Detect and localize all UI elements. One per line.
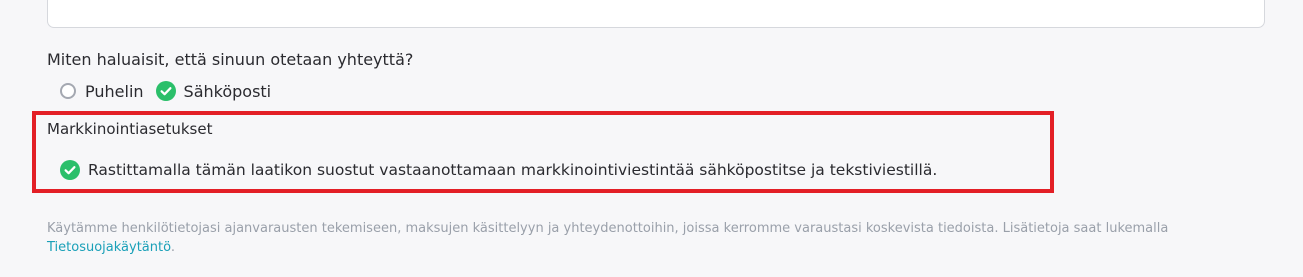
message-textarea[interactable] [47,0,1265,28]
privacy-policy-link[interactable]: Tietosuojakäytäntö [47,240,171,255]
privacy-notice-text: Käytämme henkilötietojasi ajanvarausten … [47,221,1169,236]
privacy-notice: Käytämme henkilötietojasi ajanvarausten … [47,219,1262,257]
marketing-settings-title: Markkinointiasetukset [47,120,213,138]
check-circle-icon[interactable] [60,160,80,180]
radio-unchecked-icon[interactable] [60,83,76,99]
marketing-consent-label: Rastittamalla tämän laatikon suostut vas… [88,161,938,179]
check-circle-icon[interactable] [155,81,176,101]
contact-option-email[interactable]: Sähköposti [155,81,272,101]
marketing-consent-checkbox[interactable]: Rastittamalla tämän laatikon suostut vas… [60,159,937,181]
privacy-notice-suffix: . [170,240,175,255]
contact-option-phone[interactable]: Puhelin [60,82,144,101]
contact-method-options: Puhelin Sähköposti [60,80,271,102]
contact-option-phone-label: Puhelin [85,81,144,101]
contact-option-email-label: Sähköposti [183,81,272,101]
contact-method-question: Miten haluaisit, että sinuun otetaan yht… [47,50,414,69]
